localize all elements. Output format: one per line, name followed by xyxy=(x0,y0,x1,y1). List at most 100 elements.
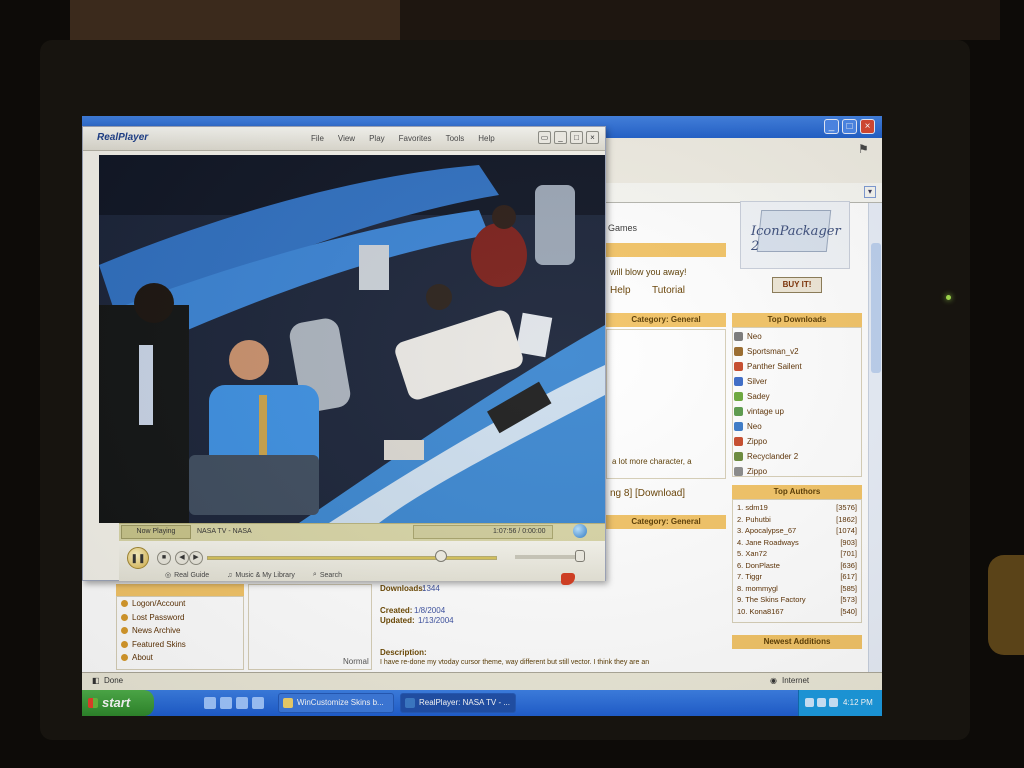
taskbar: start WinCustomize Skins b... RealPlayer… xyxy=(82,690,882,716)
next-button[interactable]: ▶ xyxy=(189,551,203,565)
top-download-item[interactable]: Zippo xyxy=(734,464,860,479)
top-download-item[interactable]: Sadey xyxy=(734,389,860,404)
quicklaunch-desktop-icon[interactable] xyxy=(204,697,216,709)
dropdown-icon[interactable]: ▾ xyxy=(864,186,876,198)
author-count: [1862] xyxy=(836,514,857,524)
quicklaunch-ie-icon[interactable] xyxy=(220,697,232,709)
top-download-item[interactable]: Neo xyxy=(734,419,860,434)
real-guide-link[interactable]: ◎ Real Guide xyxy=(165,571,209,580)
created-label: Created: xyxy=(380,606,413,615)
downloads-value: 1344 xyxy=(422,584,440,593)
realplayer-icon xyxy=(405,698,415,708)
start-button[interactable]: start xyxy=(82,690,154,716)
library-link[interactable]: ♫ Music & My Library xyxy=(227,571,295,579)
seek-thumb[interactable] xyxy=(435,550,447,562)
category-header-1: Category: General xyxy=(606,313,726,327)
seek-bar[interactable] xyxy=(207,556,497,560)
nav-label: News Archive xyxy=(132,626,181,636)
menu-item-tools[interactable]: Tools xyxy=(446,134,465,143)
task-wincustomize[interactable]: WinCustomize Skins b... xyxy=(278,693,394,713)
menu-item-favorites[interactable]: Favorites xyxy=(399,134,432,143)
skin-thumbnail[interactable]: Normal xyxy=(248,584,372,670)
top-download-name: Neo xyxy=(747,422,762,431)
top-download-item[interactable]: Recyclander 2 xyxy=(734,449,860,464)
minimize-icon[interactable]: _ xyxy=(824,119,839,134)
video-display[interactable] xyxy=(99,155,605,523)
top-download-item[interactable]: Zippo xyxy=(734,434,860,449)
nav-item-logon-account[interactable]: Logon/Account xyxy=(117,597,243,611)
top-author-item[interactable]: 4. Jane Roadways [903] xyxy=(737,538,857,550)
updated-label: Updated: xyxy=(380,616,415,625)
author-name: 8. mommygl xyxy=(737,583,778,593)
author-count: [585] xyxy=(840,583,857,593)
download-links[interactable]: ng 8] [Download] xyxy=(610,488,685,499)
top-author-item[interactable]: 8. mommygl [585] xyxy=(737,584,857,596)
realplayer-window[interactable]: RealPlayer File View Play Favorites Tools Hel… xyxy=(82,126,606,585)
quicklaunch-media-icon[interactable] xyxy=(236,697,248,709)
nav-item-featured-skins[interactable]: Featured Skins xyxy=(117,638,243,652)
top-download-item[interactable]: Sportsman_v2 xyxy=(734,344,860,359)
compact-icon[interactable]: ▭ xyxy=(538,131,551,144)
bullet-icon xyxy=(121,654,128,662)
task-label: RealPlayer: NASA TV - ... xyxy=(419,698,510,707)
top-author-item[interactable]: 6. DonPlaste [636] xyxy=(737,561,857,573)
nav-menu: Logon/Account Lost Password News Archive Fe… xyxy=(116,596,244,670)
nav-item-about[interactable]: About xyxy=(117,651,243,665)
previous-button[interactable]: ◀ xyxy=(175,551,189,565)
iconpackager-banner[interactable]: IconPackager 2 xyxy=(740,201,850,269)
top-author-item[interactable]: 2. Puhutbi [1862] xyxy=(737,515,857,527)
quicklaunch-app-icon[interactable] xyxy=(252,697,264,709)
tab-games[interactable]: Games xyxy=(608,223,637,233)
globe-icon[interactable] xyxy=(573,524,587,538)
top-download-item[interactable]: Neo xyxy=(734,329,860,344)
nav-item-lost-password[interactable]: Lost Password xyxy=(117,611,243,625)
top-download-item[interactable]: vintage up xyxy=(734,404,860,419)
top-author-item[interactable]: 1. sdm19 [3576] xyxy=(737,503,857,515)
task-label: WinCustomize Skins b... xyxy=(297,698,384,707)
minimize-icon[interactable]: _ xyxy=(554,131,567,144)
help-link[interactable]: Help xyxy=(610,285,631,296)
search-link[interactable]: ⌕ Search xyxy=(313,571,342,579)
menu-item-help[interactable]: Help xyxy=(478,134,494,143)
realplayer-title-bar[interactable]: RealPlayer File View Play Favorites Tools Hel… xyxy=(83,127,605,151)
top-authors-header: Top Authors xyxy=(732,485,862,499)
nav-item-news-archive[interactable]: News Archive xyxy=(117,624,243,638)
top-author-item[interactable]: 5. Xan72 [701] xyxy=(737,549,857,561)
top-author-item[interactable]: 9. The Skins Factory [573] xyxy=(737,595,857,607)
buy-button[interactable]: BUY IT! xyxy=(772,277,822,293)
close-icon[interactable]: × xyxy=(860,119,875,134)
top-download-name: Zippo xyxy=(747,437,768,446)
vertical-scrollbar[interactable] xyxy=(868,203,882,672)
top-author-item[interactable]: 7. Tiggr [617] xyxy=(737,572,857,584)
skin-icon xyxy=(734,422,743,431)
security-icon[interactable] xyxy=(817,698,826,707)
stop-button[interactable]: ■ xyxy=(157,551,171,565)
task-realplayer[interactable]: RealPlayer: NASA TV - ... xyxy=(400,693,516,713)
playback-controls: ❚❚ ■ ◀ ▶ ◎ Real Guide ♫ Music & My Library… xyxy=(119,541,605,581)
top-download-name: Neo xyxy=(747,332,762,341)
top-download-item[interactable]: Panther Sailent xyxy=(734,359,860,374)
scroll-thumb[interactable] xyxy=(871,243,881,373)
now-playing-tab[interactable]: Now Playing xyxy=(121,525,191,539)
bullet-icon xyxy=(121,600,128,608)
network-icon[interactable] xyxy=(805,698,814,707)
volume-icon[interactable] xyxy=(829,698,838,707)
top-download-item[interactable]: Silver xyxy=(734,374,860,389)
close-icon[interactable]: × xyxy=(586,131,599,144)
menu-item-file[interactable]: File xyxy=(311,134,324,143)
volume-thumb[interactable] xyxy=(575,550,585,562)
top-download-name: vintage up xyxy=(747,407,784,416)
promo-text: will blow you away! xyxy=(610,267,687,277)
author-count: [636] xyxy=(840,560,857,570)
menu-item-view[interactable]: View xyxy=(338,134,355,143)
maximize-icon[interactable]: □ xyxy=(570,131,583,144)
tutorial-link[interactable]: Tutorial xyxy=(652,285,685,296)
menu-item-play[interactable]: Play xyxy=(369,134,385,143)
top-author-item[interactable]: 10. Kona8167 [540] xyxy=(737,607,857,619)
thumb-caption: Normal xyxy=(343,657,369,666)
top-author-item[interactable]: 3. Apocalypse_67 [1074] xyxy=(737,526,857,538)
power-led-icon xyxy=(946,295,951,300)
pause-button[interactable]: ❚❚ xyxy=(127,547,149,569)
maximize-icon[interactable]: □ xyxy=(842,119,857,134)
author-count: [3576] xyxy=(836,503,857,512)
